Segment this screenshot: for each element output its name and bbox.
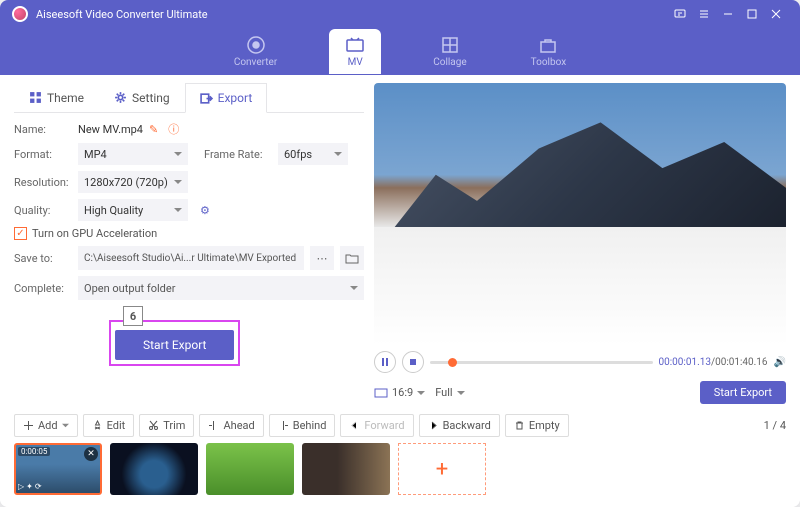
- titlebar: Aiseesoft Video Converter Ultimate: [0, 0, 800, 28]
- feedback-icon[interactable]: [668, 2, 692, 26]
- info-icon[interactable]: ⓘ: [168, 121, 179, 137]
- tab-toolbox[interactable]: Toolbox: [519, 31, 579, 72]
- gpu-checkbox[interactable]: ✓ Turn on GPU Acceleration: [14, 227, 364, 240]
- behind-button[interactable]: Behind: [269, 414, 336, 437]
- more-path-button[interactable]: ⋯: [310, 246, 334, 270]
- stop-button[interactable]: [402, 351, 424, 373]
- tab-converter[interactable]: Converter: [222, 31, 289, 72]
- saveto-path: C:\Aiseesoft Studio\Ai...r Ultimate\MV E…: [78, 246, 304, 270]
- backward-button[interactable]: Backward: [419, 414, 500, 437]
- resolution-select[interactable]: 1280x720 (720p): [78, 171, 188, 193]
- thumb-close-icon[interactable]: ✕: [84, 447, 98, 461]
- menu-icon[interactable]: [692, 2, 716, 26]
- ahead-button[interactable]: Ahead: [199, 414, 263, 437]
- volume-icon[interactable]: 🔊: [774, 357, 786, 368]
- format-label: Format:: [14, 148, 72, 161]
- start-export-button[interactable]: Start Export: [115, 330, 234, 360]
- complete-select[interactable]: Open output folder: [78, 276, 364, 300]
- framerate-label: Frame Rate:: [204, 148, 272, 161]
- empty-button[interactable]: Empty: [505, 414, 569, 437]
- sub-tabs: Theme Setting Export: [14, 83, 364, 113]
- add-button[interactable]: Add: [14, 414, 78, 437]
- thumb-action-icons[interactable]: ▷ ✦ ⟳: [18, 482, 42, 491]
- full-button[interactable]: Full: [435, 386, 464, 399]
- app-title: Aiseesoft Video Converter Ultimate: [36, 8, 208, 21]
- pause-button[interactable]: [374, 351, 396, 373]
- seek-slider[interactable]: [430, 361, 653, 364]
- aspect-ratio-button[interactable]: 16:9: [374, 386, 425, 400]
- quality-settings-icon[interactable]: ⚙: [200, 204, 210, 217]
- callout-number: 6: [123, 306, 143, 326]
- resolution-label: Resolution:: [14, 176, 72, 189]
- thumbnail-4[interactable]: [302, 443, 390, 495]
- framerate-select[interactable]: 60fps: [278, 143, 348, 165]
- edit-name-icon[interactable]: ✎: [149, 123, 158, 136]
- quality-label: Quality:: [14, 204, 72, 217]
- pager: 1 / 4: [764, 419, 786, 432]
- edit-button[interactable]: Edit: [83, 414, 135, 437]
- app-logo: [12, 6, 28, 22]
- thumbnail-1[interactable]: 0:00:05 ✕ ▷ ✦ ⟳: [14, 443, 102, 495]
- forward-button[interactable]: Forward: [340, 414, 413, 437]
- name-label: Name:: [14, 123, 72, 136]
- maximize-icon[interactable]: [740, 2, 764, 26]
- name-value: New MV.mp4: [78, 123, 143, 136]
- close-icon[interactable]: [764, 2, 788, 26]
- tab-mv[interactable]: MV: [329, 29, 381, 74]
- minimize-icon[interactable]: [716, 2, 740, 26]
- subtab-export[interactable]: Export: [185, 83, 268, 113]
- trim-button[interactable]: Trim: [139, 414, 194, 437]
- saveto-label: Save to:: [14, 252, 72, 265]
- preview-image: [374, 83, 786, 345]
- thumbnail-3[interactable]: [206, 443, 294, 495]
- time-display: 00:00:01.13/00:01:40.16: [659, 357, 768, 368]
- tab-collage[interactable]: Collage: [421, 31, 478, 72]
- quality-select[interactable]: High Quality: [78, 199, 188, 221]
- thumb-duration: 0:00:05: [18, 447, 50, 456]
- subtab-theme[interactable]: Theme: [14, 83, 99, 112]
- add-thumbnail-button[interactable]: +: [398, 443, 486, 495]
- format-select[interactable]: MP4: [78, 143, 188, 165]
- browse-folder-icon[interactable]: [340, 246, 364, 270]
- main-tabs: Converter MV Collage Toolbox: [0, 28, 800, 75]
- thumbnail-2[interactable]: [110, 443, 198, 495]
- start-export-button-2[interactable]: Start Export: [700, 381, 786, 404]
- checkbox-icon: ✓: [14, 227, 27, 240]
- subtab-setting[interactable]: Setting: [99, 83, 185, 112]
- complete-label: Complete:: [14, 282, 72, 295]
